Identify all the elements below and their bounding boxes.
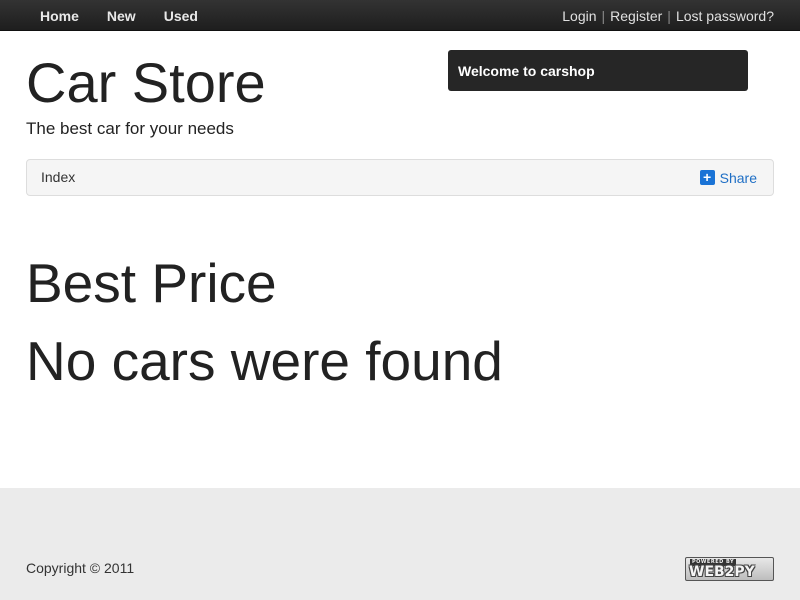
site-subtitle: The best car for your needs xyxy=(26,119,234,138)
page-heading: Best Price xyxy=(26,252,277,314)
auth-separator: | xyxy=(667,7,671,24)
badge-web2py: WEB2PY xyxy=(689,564,755,580)
footer: Copyright © 2011 POWERED BY WEB2PY xyxy=(0,488,800,600)
empty-results-message: No cars were found xyxy=(26,330,503,392)
nav-used-link[interactable]: Used xyxy=(150,8,212,24)
site-title: Car Store xyxy=(26,51,266,114)
register-link[interactable]: Register xyxy=(610,8,662,24)
share-label: Share xyxy=(719,169,757,186)
plus-square-icon: + xyxy=(699,170,715,185)
auth-separator: | xyxy=(601,7,606,24)
welcome-banner: Welcome to carshop xyxy=(448,50,748,91)
login-link[interactable]: Login xyxy=(562,8,596,24)
main-nav: Home New Used xyxy=(26,0,212,31)
copyright-text: Copyright © 2011 xyxy=(26,560,135,576)
nav-new-link[interactable]: New xyxy=(93,8,150,24)
breadcrumb-index: Index xyxy=(41,169,76,185)
web2py-badge[interactable]: POWERED BY WEB2PY xyxy=(685,557,774,581)
share-button[interactable]: + Share xyxy=(699,160,757,195)
breadcrumb: Index + Share xyxy=(26,159,774,196)
nav-home-link[interactable]: Home xyxy=(26,8,93,24)
auth-nav: Login | Register | Lost password? xyxy=(562,0,774,31)
top-navbar: Home New Used Login | Register | Lost pa… xyxy=(0,0,800,31)
lost-password-link[interactable]: Lost password? xyxy=(676,8,774,24)
welcome-text: Welcome to carshop xyxy=(458,62,595,79)
